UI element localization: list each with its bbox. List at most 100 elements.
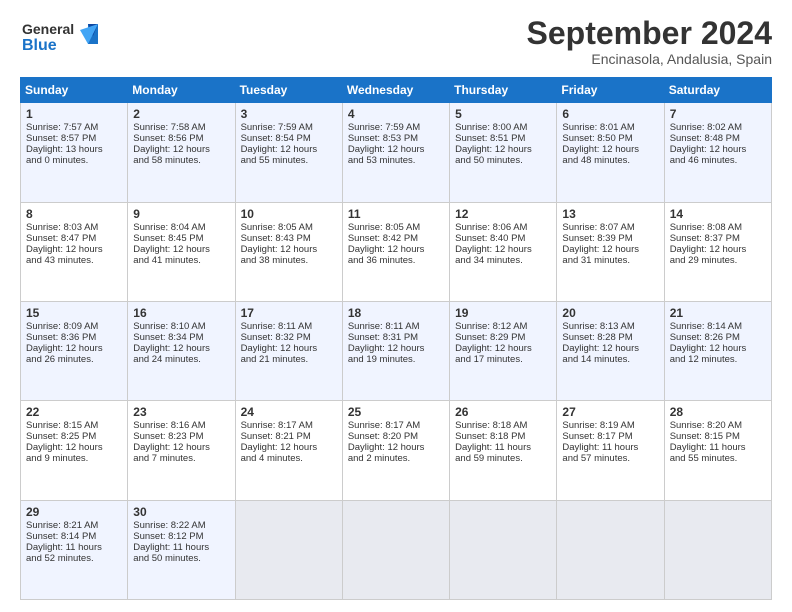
day-number: 21 — [670, 306, 766, 320]
table-row: 15Sunrise: 8:09 AMSunset: 8:36 PMDayligh… — [21, 301, 128, 400]
day-info: Sunset: 8:32 PM — [241, 332, 337, 343]
table-row: 19Sunrise: 8:12 AMSunset: 8:29 PMDayligh… — [450, 301, 557, 400]
day-number: 8 — [26, 207, 122, 221]
table-row: 26Sunrise: 8:18 AMSunset: 8:18 PMDayligh… — [450, 401, 557, 500]
day-info: and 55 minutes. — [670, 453, 766, 464]
day-info: Sunset: 8:56 PM — [133, 133, 229, 144]
table-row: 20Sunrise: 8:13 AMSunset: 8:28 PMDayligh… — [557, 301, 664, 400]
day-info: and 43 minutes. — [26, 255, 122, 266]
day-info: Sunrise: 8:04 AM — [133, 222, 229, 233]
day-info: Sunrise: 8:15 AM — [26, 420, 122, 431]
day-info: Sunset: 8:28 PM — [562, 332, 658, 343]
header-friday: Friday — [557, 78, 664, 103]
day-info: Sunset: 8:42 PM — [348, 233, 444, 244]
table-row — [235, 500, 342, 599]
day-info: Sunrise: 7:59 AM — [241, 122, 337, 133]
day-info: Sunset: 8:53 PM — [348, 133, 444, 144]
calendar-week-row: 1Sunrise: 7:57 AMSunset: 8:57 PMDaylight… — [21, 103, 772, 202]
calendar-header-row: Sunday Monday Tuesday Wednesday Thursday… — [21, 78, 772, 103]
day-info: Daylight: 11 hours — [26, 542, 122, 553]
table-row: 11Sunrise: 8:05 AMSunset: 8:42 PMDayligh… — [342, 202, 449, 301]
table-row: 24Sunrise: 8:17 AMSunset: 8:21 PMDayligh… — [235, 401, 342, 500]
month-title: September 2024 — [527, 16, 772, 51]
header-monday: Monday — [128, 78, 235, 103]
day-info: Sunset: 8:57 PM — [26, 133, 122, 144]
day-info: Daylight: 12 hours — [241, 442, 337, 453]
day-number: 24 — [241, 405, 337, 419]
day-info: and 36 minutes. — [348, 255, 444, 266]
logo-icon: General Blue — [20, 16, 110, 58]
day-info: Daylight: 11 hours — [562, 442, 658, 453]
day-info: and 4 minutes. — [241, 453, 337, 464]
day-info: Daylight: 12 hours — [670, 244, 766, 255]
day-info: Sunrise: 8:21 AM — [26, 520, 122, 531]
day-info: Sunrise: 8:09 AM — [26, 321, 122, 332]
day-info: and 17 minutes. — [455, 354, 551, 365]
day-info: Sunrise: 8:10 AM — [133, 321, 229, 332]
header-saturday: Saturday — [664, 78, 771, 103]
table-row: 2Sunrise: 7:58 AMSunset: 8:56 PMDaylight… — [128, 103, 235, 202]
day-info: Sunset: 8:34 PM — [133, 332, 229, 343]
day-info: and 24 minutes. — [133, 354, 229, 365]
day-info: Sunset: 8:17 PM — [562, 431, 658, 442]
day-number: 15 — [26, 306, 122, 320]
day-info: Daylight: 12 hours — [348, 244, 444, 255]
day-info: Sunrise: 8:08 AM — [670, 222, 766, 233]
day-info: and 0 minutes. — [26, 155, 122, 166]
day-info: Daylight: 12 hours — [241, 144, 337, 155]
day-info: Sunrise: 8:07 AM — [562, 222, 658, 233]
day-number: 17 — [241, 306, 337, 320]
svg-text:General: General — [22, 21, 74, 37]
day-number: 1 — [26, 107, 122, 121]
day-info: and 2 minutes. — [348, 453, 444, 464]
calendar-table: Sunday Monday Tuesday Wednesday Thursday… — [20, 77, 772, 600]
day-info: Sunrise: 8:02 AM — [670, 122, 766, 133]
day-info: Daylight: 13 hours — [26, 144, 122, 155]
day-info: Daylight: 12 hours — [26, 244, 122, 255]
table-row: 21Sunrise: 8:14 AMSunset: 8:26 PMDayligh… — [664, 301, 771, 400]
header-tuesday: Tuesday — [235, 78, 342, 103]
table-row — [450, 500, 557, 599]
day-number: 3 — [241, 107, 337, 121]
day-info: Sunrise: 8:01 AM — [562, 122, 658, 133]
day-number: 10 — [241, 207, 337, 221]
day-info: Sunrise: 8:13 AM — [562, 321, 658, 332]
day-info: Sunset: 8:14 PM — [26, 531, 122, 542]
page: General Blue September 2024 Encinasola, … — [0, 0, 792, 612]
day-info: Sunset: 8:47 PM — [26, 233, 122, 244]
day-number: 20 — [562, 306, 658, 320]
day-number: 4 — [348, 107, 444, 121]
table-row: 1Sunrise: 7:57 AMSunset: 8:57 PMDaylight… — [21, 103, 128, 202]
day-info: Sunrise: 8:12 AM — [455, 321, 551, 332]
table-row: 25Sunrise: 8:17 AMSunset: 8:20 PMDayligh… — [342, 401, 449, 500]
day-info: Daylight: 12 hours — [241, 244, 337, 255]
day-info: Sunrise: 8:17 AM — [348, 420, 444, 431]
day-info: and 50 minutes. — [455, 155, 551, 166]
day-info: Sunrise: 7:57 AM — [26, 122, 122, 133]
day-info: and 41 minutes. — [133, 255, 229, 266]
day-number: 16 — [133, 306, 229, 320]
day-info: Sunset: 8:43 PM — [241, 233, 337, 244]
calendar-week-row: 15Sunrise: 8:09 AMSunset: 8:36 PMDayligh… — [21, 301, 772, 400]
day-info: Daylight: 12 hours — [670, 144, 766, 155]
table-row: 29Sunrise: 8:21 AMSunset: 8:14 PMDayligh… — [21, 500, 128, 599]
day-info: Sunset: 8:54 PM — [241, 133, 337, 144]
day-info: and 52 minutes. — [26, 553, 122, 564]
day-info: Sunset: 8:15 PM — [670, 431, 766, 442]
day-info: and 50 minutes. — [133, 553, 229, 564]
day-number: 5 — [455, 107, 551, 121]
day-info: Daylight: 12 hours — [26, 343, 122, 354]
day-info: Daylight: 12 hours — [455, 343, 551, 354]
day-info: Sunset: 8:20 PM — [348, 431, 444, 442]
location: Encinasola, Andalusia, Spain — [527, 51, 772, 67]
calendar-week-row: 22Sunrise: 8:15 AMSunset: 8:25 PMDayligh… — [21, 401, 772, 500]
day-info: Sunset: 8:23 PM — [133, 431, 229, 442]
title-block: September 2024 Encinasola, Andalusia, Sp… — [527, 16, 772, 67]
table-row: 30Sunrise: 8:22 AMSunset: 8:12 PMDayligh… — [128, 500, 235, 599]
day-info: Daylight: 12 hours — [562, 343, 658, 354]
day-info: Sunrise: 8:03 AM — [26, 222, 122, 233]
day-number: 12 — [455, 207, 551, 221]
day-info: Sunset: 8:21 PM — [241, 431, 337, 442]
header: General Blue September 2024 Encinasola, … — [20, 16, 772, 67]
day-info: and 12 minutes. — [670, 354, 766, 365]
